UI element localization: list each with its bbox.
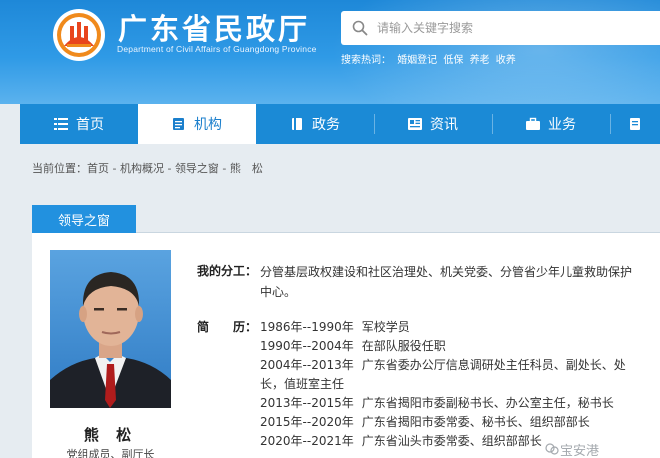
breadcrumb-link-leaders[interactable]: 领导之窗 xyxy=(175,162,219,175)
resume-desc: 军校学员 xyxy=(361,320,410,334)
list-icon xyxy=(54,118,68,130)
resume-desc: 广东省揭阳市委常委、秘书长、组织部部长 xyxy=(361,415,590,429)
duty-label: 我的分工： xyxy=(197,264,258,278)
resume-period: 2015年--2020年 xyxy=(260,415,354,429)
main-nav: 首页 机构 政务 资讯 业务 xyxy=(20,104,660,144)
hot-word-link[interactable]: 低保 xyxy=(443,55,463,66)
search-input[interactable] xyxy=(377,17,637,39)
civil-affairs-logo-icon[interactable] xyxy=(52,8,106,62)
resume-row: 长，值班室主任 xyxy=(260,375,650,394)
nav-item-label: 资讯 xyxy=(430,117,458,133)
hot-words: 搜索热词： 婚姻登记 低保 养老 收养 xyxy=(341,51,519,66)
nav-item-more[interactable] xyxy=(610,104,660,144)
nav-item-label: 业务 xyxy=(548,117,576,133)
site-title: 广东省民政厅 xyxy=(118,12,311,46)
resume-list: 1986年--1990年 军校学员 1990年--2004年 在部队服役任职 200… xyxy=(260,318,650,451)
breadcrumb-link-home[interactable]: 首页 xyxy=(87,162,109,175)
briefcase-icon xyxy=(526,117,540,130)
watermark-text: 宝安港 xyxy=(560,444,600,458)
resume-label: 简 历： xyxy=(197,320,258,334)
nav-item-label: 机构 xyxy=(194,117,222,133)
resume-period: 2020年--2021年 xyxy=(260,434,354,448)
leader-name: 熊 松 xyxy=(83,426,138,444)
resume-desc: 广东省汕头市委常委、组织部部长 xyxy=(361,434,542,448)
resume-row: 2004年--2013年 广东省委办公厅信息调研处主任科员、副处长、处 xyxy=(260,356,650,375)
resume-row: 1986年--1990年 军校学员 xyxy=(260,318,650,337)
wechat-watermark-icon xyxy=(545,443,559,455)
resume-period: 2004年--2013年 xyxy=(260,358,354,372)
document-icon xyxy=(173,118,184,130)
breadcrumb-separator: - xyxy=(218,162,230,175)
nav-item-government-affairs[interactable]: 政务 xyxy=(256,104,374,144)
newspaper-icon xyxy=(408,118,422,130)
breadcrumb-separator: - xyxy=(109,162,120,175)
nav-item-label: 政务 xyxy=(312,117,340,133)
leader-role: 党组成员、副厅长 xyxy=(66,448,155,458)
nav-item-label: 首页 xyxy=(76,117,104,133)
breadcrumb-current: 熊 松 xyxy=(229,162,263,175)
duty-text: 分管基层政权建设和社区治理处、机关党委、分管省少年儿童救助保护中心。 xyxy=(260,265,633,299)
nav-item-organization[interactable]: 机构 xyxy=(138,104,256,144)
document-icon xyxy=(630,118,640,130)
resume-period: 1986年--1990年 xyxy=(260,320,354,334)
breadcrumb-separator: - xyxy=(163,162,175,175)
breadcrumb-link-overview[interactable]: 机构概况 xyxy=(120,162,164,175)
search-box xyxy=(341,11,660,45)
resume-row: 1990年--2004年 在部队服役任职 xyxy=(260,337,650,356)
resume-desc: 长，值班室主任 xyxy=(260,377,345,391)
hot-word-link[interactable]: 婚姻登记 xyxy=(397,55,437,66)
resume-desc: 广东省揭阳市委副秘书长、办公室主任，秘书长 xyxy=(361,396,614,410)
portrait-image xyxy=(50,250,171,408)
hot-words-label: 搜索热词： xyxy=(341,55,391,66)
leader-portrait xyxy=(50,250,171,408)
breadcrumb: 当前位置：首页 - 机构概况 - 领导之窗 - 熊 松 xyxy=(32,160,263,176)
breadcrumb-prefix: 当前位置： xyxy=(32,162,87,175)
resume-row: 2013年--2015年 广东省揭阳市委副秘书长、办公室主任，秘书长 xyxy=(260,394,650,413)
resume-period: 2013年--2015年 xyxy=(260,396,354,410)
site-subtitle: Department of Civil Affairs of Guangdong… xyxy=(117,44,317,54)
nav-item-business[interactable]: 业务 xyxy=(492,104,610,144)
book-icon xyxy=(292,118,302,130)
resume-desc: 广东省委办公厅信息调研处主任科员、副处长、处 xyxy=(361,358,626,372)
resume-period: 1990年--2004年 xyxy=(260,339,354,353)
resume-desc: 在部队服役任职 xyxy=(361,339,446,353)
site-header: 广东省民政厅 Department of Civil Affairs of Gu… xyxy=(0,0,660,104)
resume-row: 2015年--2020年 广东省揭阳市委常委、秘书长、组织部部长 xyxy=(260,413,650,432)
nav-item-home[interactable]: 首页 xyxy=(20,104,138,144)
section-tab-leaders[interactable]: 领导之窗 xyxy=(32,205,136,233)
hot-word-link[interactable]: 养老 xyxy=(470,55,490,66)
nav-item-news[interactable]: 资讯 xyxy=(374,104,492,144)
hot-word-link[interactable]: 收养 xyxy=(496,55,516,66)
search-icon[interactable] xyxy=(352,20,368,36)
